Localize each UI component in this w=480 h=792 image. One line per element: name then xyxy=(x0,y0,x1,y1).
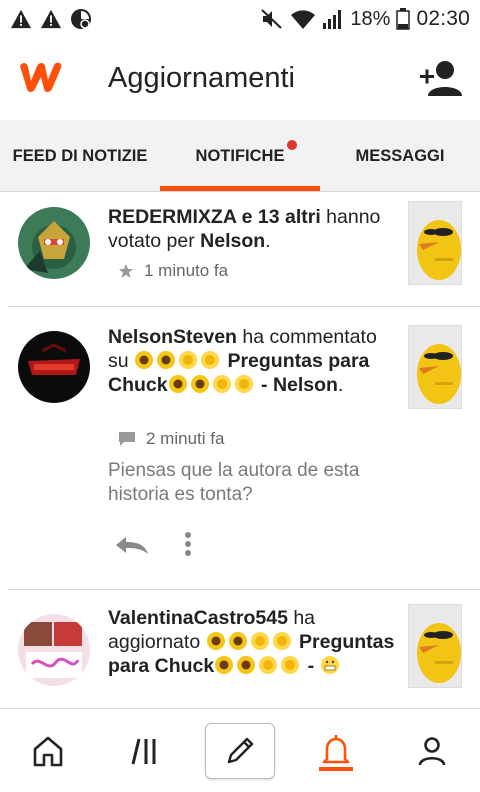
tab-bar: FEED DI NOTIZIE NOTIFICHE MESSAGGI xyxy=(0,120,480,192)
active-tab-indicator xyxy=(160,186,320,191)
battery-icon xyxy=(396,8,411,30)
reply-icon[interactable] xyxy=(114,535,150,555)
list-item[interactable]: ValentinaCastro545 ha aggiornato Pregunt… xyxy=(0,590,480,708)
nav-notifications[interactable] xyxy=(301,721,371,781)
notification-text[interactable]: ValentinaCastro545 ha aggiornato Pregunt… xyxy=(108,606,398,678)
nav-library[interactable] xyxy=(110,721,180,781)
avatar[interactable] xyxy=(18,331,90,403)
warning-icon xyxy=(11,9,31,29)
add-user-icon[interactable] xyxy=(418,58,462,98)
story-cover[interactable] xyxy=(408,604,462,688)
grimace-emoji xyxy=(320,656,339,674)
story-title[interactable]: Nelson xyxy=(200,230,265,252)
wattpad-logo[interactable] xyxy=(16,56,66,96)
nav-home[interactable] xyxy=(13,721,83,781)
library-icon xyxy=(131,738,156,765)
tab-feed[interactable]: FEED DI NOTIZIE xyxy=(0,120,160,192)
signal-icon xyxy=(323,10,342,29)
notification-feed[interactable]: REDERMIXZA e 13 altri hanno votato per N… xyxy=(0,193,480,708)
nav-profile[interactable] xyxy=(397,721,467,781)
app-bar: Aggiornamenti xyxy=(0,38,480,120)
sun-emoji-group xyxy=(212,374,256,396)
list-item[interactable]: REDERMIXZA e 13 altri hanno votato per N… xyxy=(0,193,480,306)
notification-text[interactable]: REDERMIXZA e 13 altri hanno votato per N… xyxy=(108,205,398,253)
notification-badge xyxy=(287,140,297,150)
story-cover[interactable] xyxy=(408,201,462,285)
profile-icon xyxy=(418,737,446,766)
user-name[interactable]: REDERMIXZA e 13 altri xyxy=(108,206,321,228)
notification-meta: 1 minuto fa xyxy=(118,261,228,281)
tab-messages[interactable]: MESSAGGI xyxy=(320,120,480,192)
sunflower-emoji-group xyxy=(168,374,212,396)
home-icon xyxy=(33,736,63,767)
story-cover[interactable] xyxy=(408,325,462,409)
avatar[interactable] xyxy=(18,207,90,279)
bottom-nav xyxy=(0,708,480,792)
comment-icon xyxy=(119,432,135,446)
clock: 02:30 xyxy=(416,7,470,30)
sunflower-emoji-group xyxy=(206,631,294,653)
avatar[interactable] xyxy=(18,614,90,686)
tab-notifications[interactable]: NOTIFICHE xyxy=(160,120,320,192)
wifi-icon xyxy=(291,10,316,29)
notification-meta: 2 minuti fa xyxy=(118,429,224,449)
sunflower-emoji-group xyxy=(214,655,258,677)
user-name[interactable]: ValentinaCastro545 xyxy=(108,607,288,629)
nav-write[interactable] xyxy=(205,723,275,779)
user-name[interactable]: NelsonSteven xyxy=(108,326,237,348)
bell-icon xyxy=(322,735,350,764)
mute-icon xyxy=(261,9,283,29)
star-icon xyxy=(119,264,133,278)
pinwheel-icon xyxy=(71,9,91,29)
notification-text[interactable]: NelsonSteven ha commentato su Preguntas … xyxy=(108,325,398,397)
write-icon xyxy=(227,737,254,764)
timestamp: 2 minuti fa xyxy=(146,429,225,448)
more-icon[interactable] xyxy=(184,531,192,557)
status-bar: 18% 02:30 xyxy=(0,0,480,38)
page-title: Aggiornamenti xyxy=(108,62,295,94)
active-nav-indicator xyxy=(319,767,353,771)
list-item[interactable]: NelsonSteven ha commentato su Preguntas … xyxy=(0,307,480,589)
timestamp: 1 minuto fa xyxy=(144,261,229,280)
battery-percent: 18% xyxy=(350,7,391,30)
comment-preview[interactable]: Piensas que la autora de esta historia e… xyxy=(108,459,398,507)
sun-emoji-group xyxy=(258,655,302,677)
sunflower-emoji-group xyxy=(134,350,222,372)
warning-icon xyxy=(41,9,61,29)
